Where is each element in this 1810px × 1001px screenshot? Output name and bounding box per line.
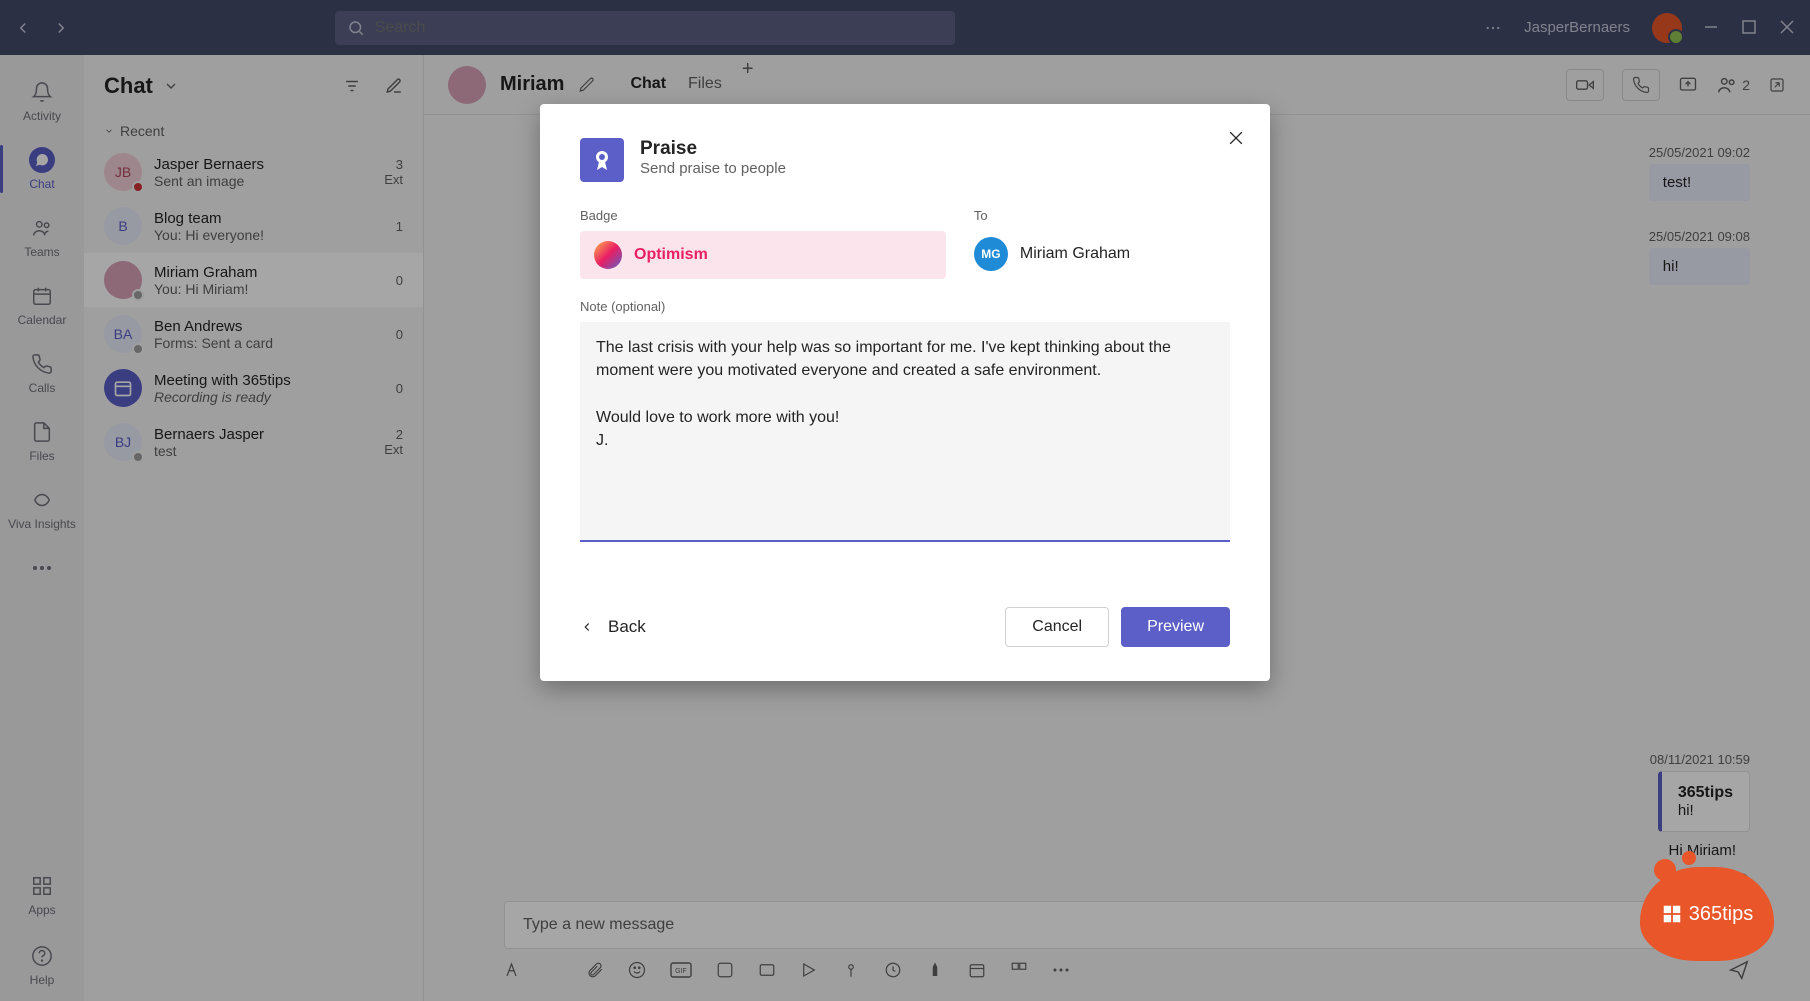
praise-badge-icon — [580, 138, 624, 182]
modal-subtitle: Send praise to people — [640, 160, 786, 177]
praise-modal: Praise Send praise to people Badge Optim… — [540, 104, 1270, 681]
badge-label: Badge — [580, 208, 946, 223]
modal-title: Praise — [640, 138, 786, 160]
recipient-chip[interactable]: MG Miriam Graham — [974, 231, 1230, 271]
badge-name: Optimism — [634, 246, 708, 264]
modal-close-icon[interactable] — [1226, 128, 1246, 148]
to-label: To — [974, 208, 1230, 223]
badge-selector[interactable]: Optimism — [580, 231, 946, 279]
modal-overlay: Praise Send praise to people Badge Optim… — [0, 0, 1810, 1001]
brand-watermark: 365tips — [1640, 867, 1774, 961]
note-textarea[interactable] — [580, 322, 1230, 542]
cancel-button[interactable]: Cancel — [1005, 607, 1109, 647]
recipient-avatar: MG — [974, 237, 1008, 271]
back-button[interactable]: Back — [580, 617, 646, 637]
preview-button[interactable]: Preview — [1121, 607, 1230, 647]
note-label: Note (optional) — [580, 299, 1230, 314]
recipient-name: Miriam Graham — [1020, 245, 1130, 263]
optimism-badge-icon — [594, 241, 622, 269]
